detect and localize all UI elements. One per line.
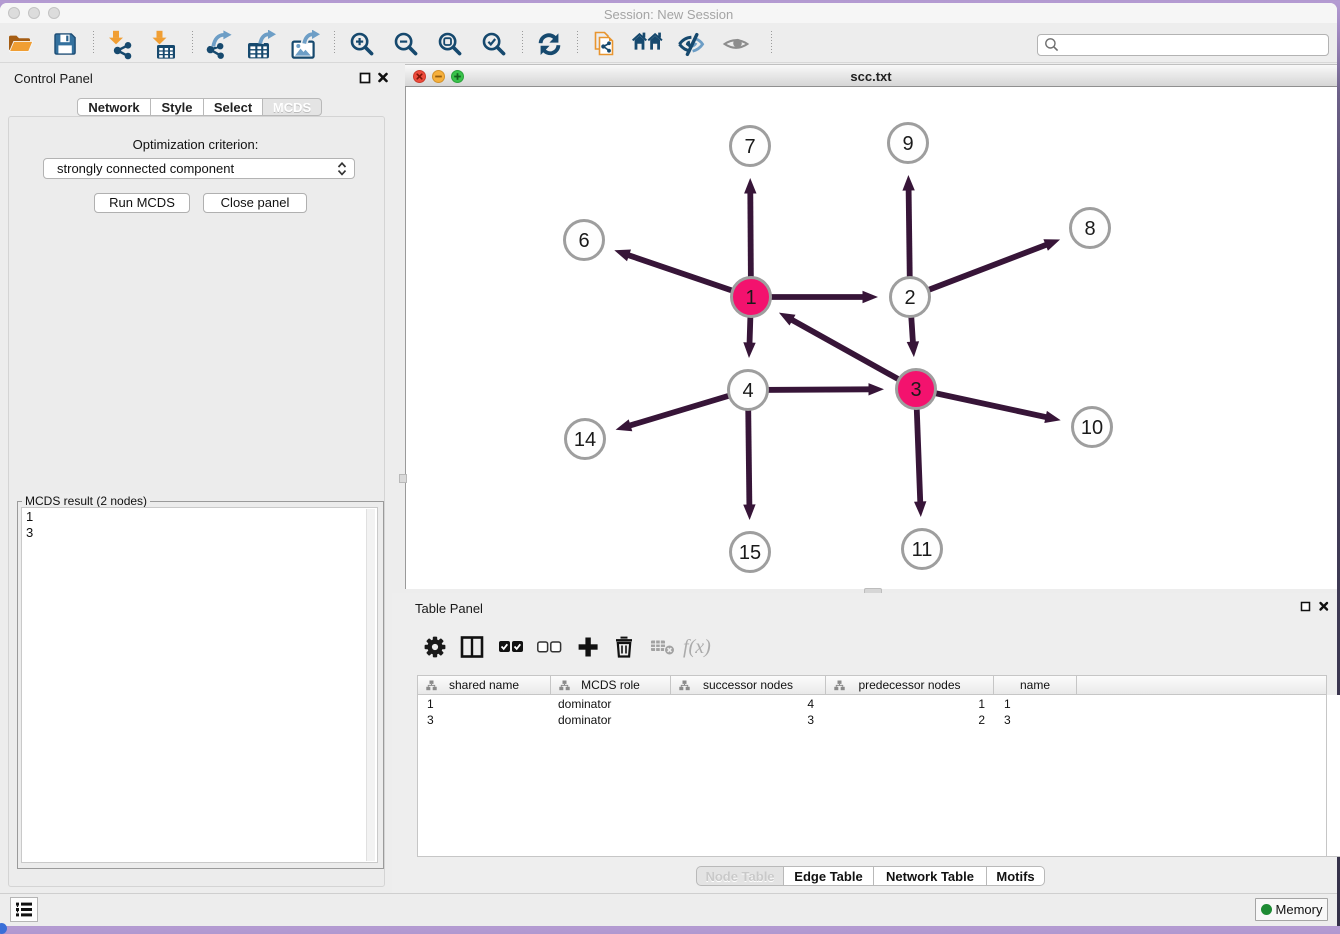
svg-text:f(x): f(x) [683,636,711,658]
svg-text:4: 4 [742,380,753,402]
svg-text:6: 6 [578,230,589,252]
svg-text:7: 7 [744,136,755,158]
svg-text:1: 1 [745,287,756,309]
svg-text:15: 15 [739,542,761,564]
svg-text:10: 10 [1081,417,1103,439]
svg-text:14: 14 [574,429,596,451]
svg-text:3: 3 [910,379,921,401]
svg-text:2: 2 [904,287,915,309]
svg-text:9: 9 [902,133,913,155]
svg-text:8: 8 [1084,218,1095,240]
svg-text:11: 11 [912,539,933,561]
